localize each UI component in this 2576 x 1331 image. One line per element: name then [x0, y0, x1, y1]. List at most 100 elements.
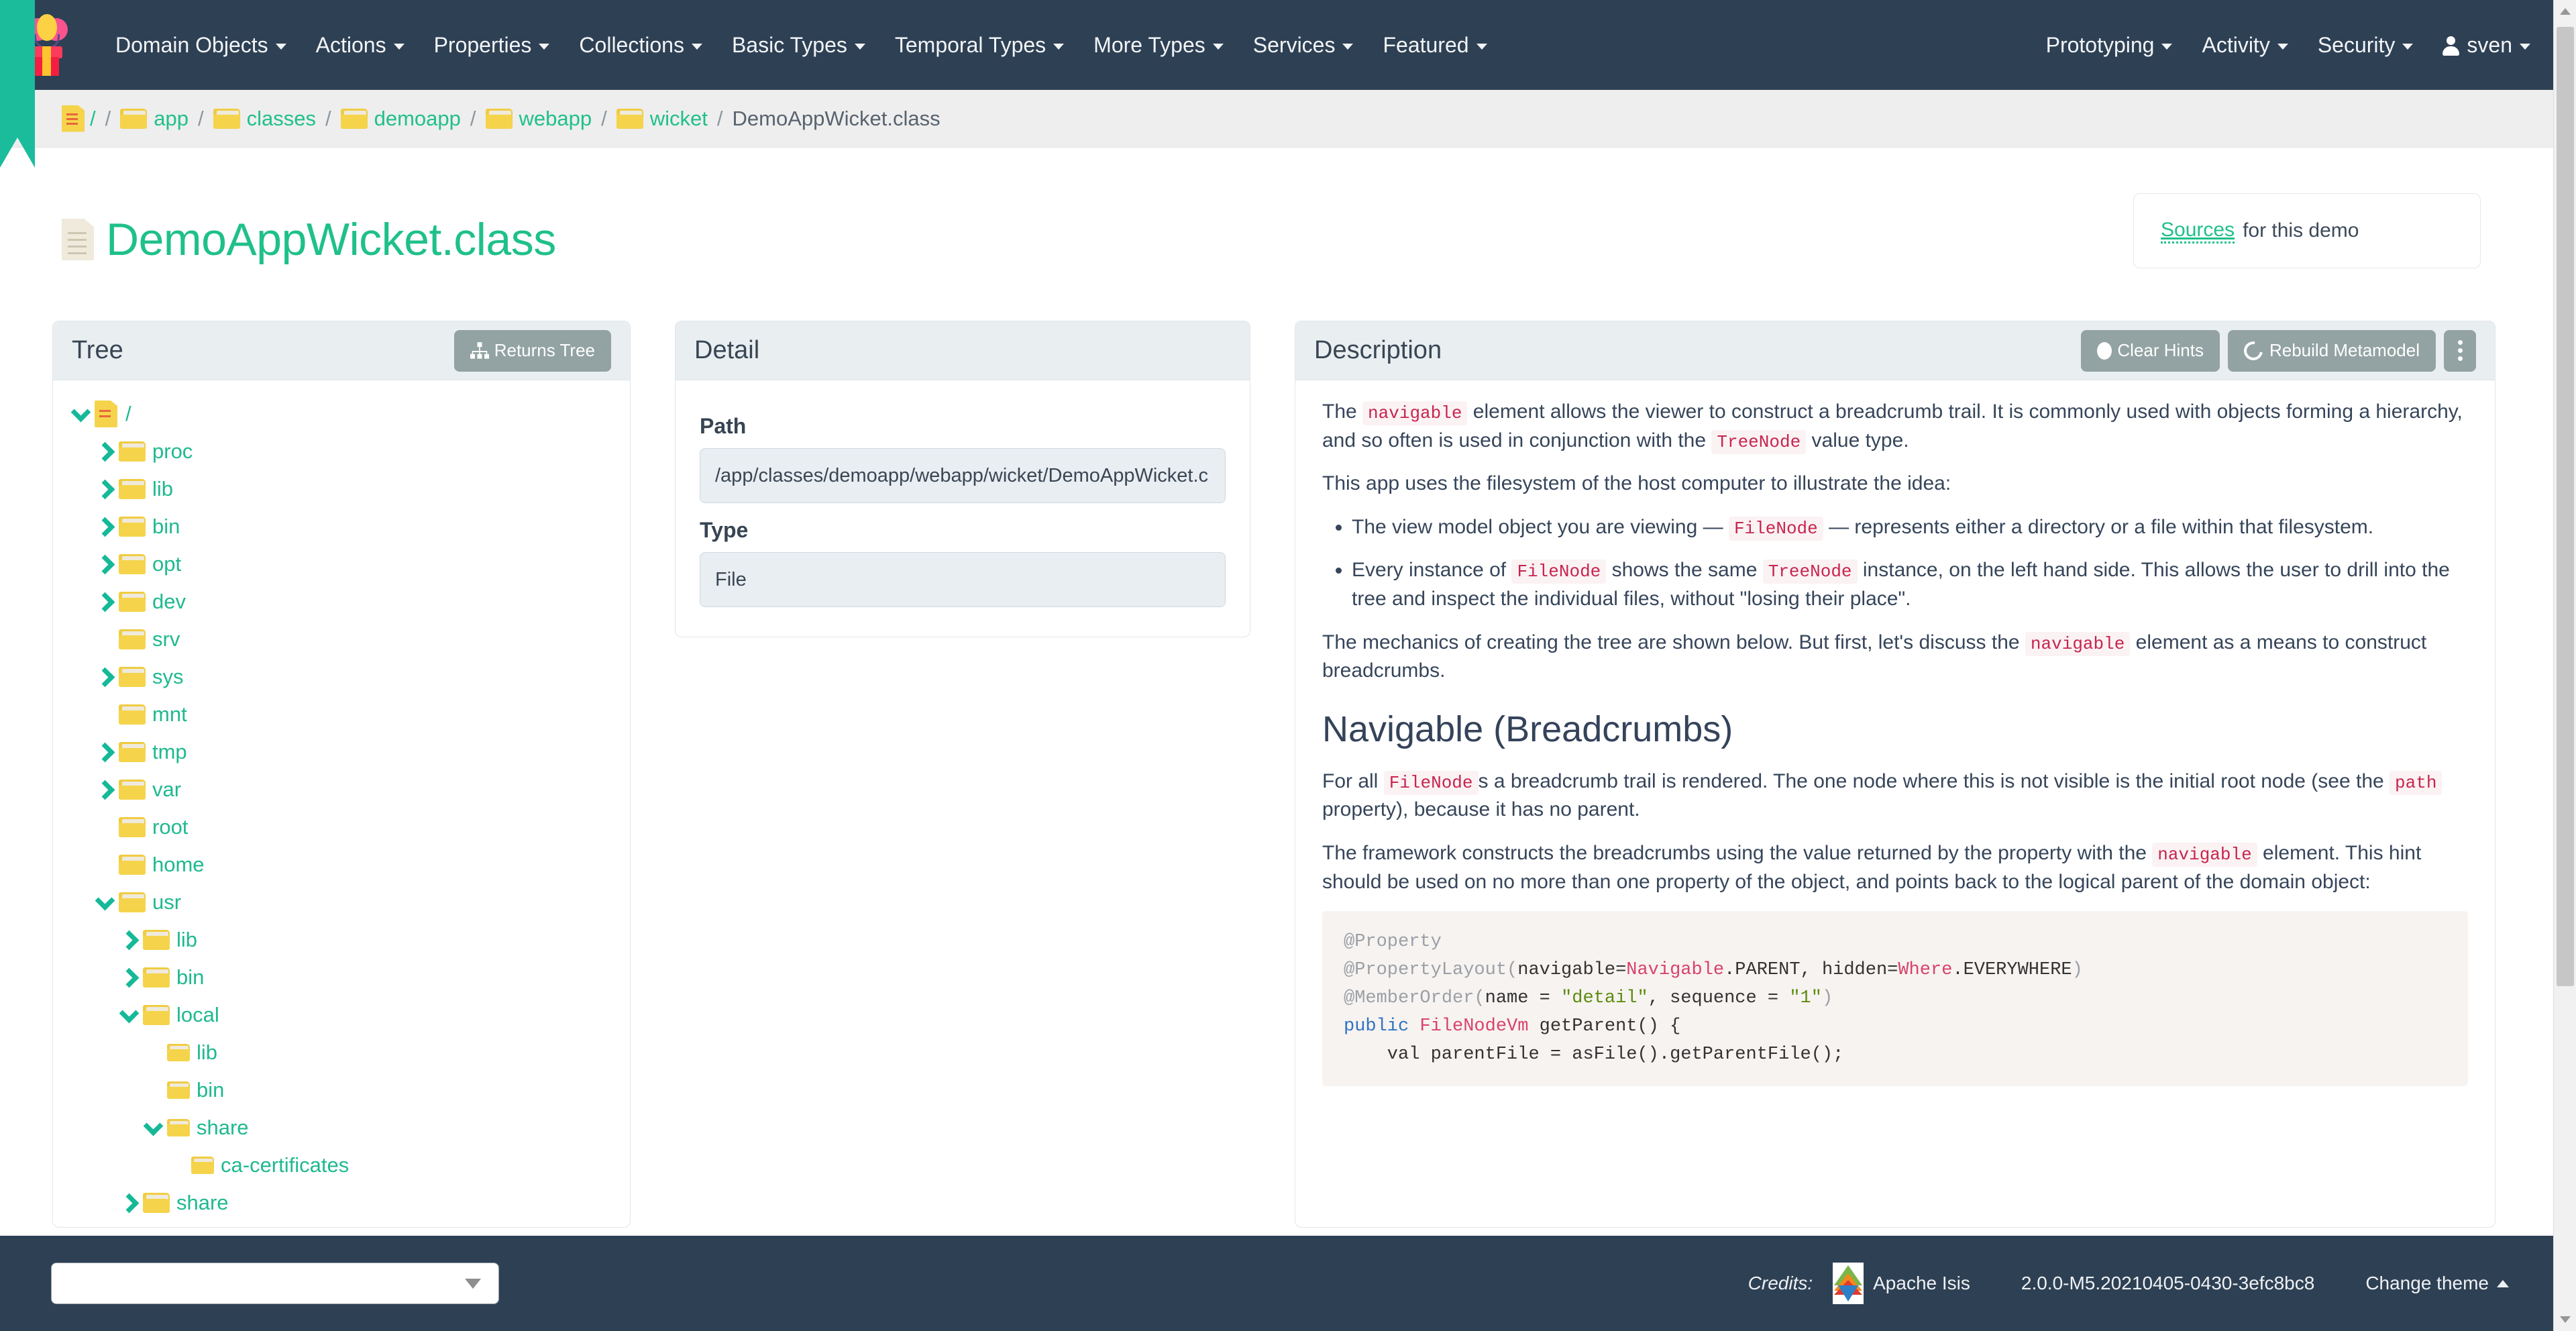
chevron-right-icon[interactable]: [91, 445, 119, 459]
tree-body[interactable]: / proc lib bin opt dev srv sys mnt tmp var root home…: [53, 380, 630, 1226]
tree-node-label[interactable]: srv: [152, 627, 180, 651]
nav-item-activity[interactable]: Activity: [2187, 0, 2302, 90]
tree-node-label[interactable]: sys: [152, 665, 184, 689]
tree-node-label[interactable]: home: [152, 853, 205, 877]
chevron-right-icon[interactable]: [91, 670, 119, 684]
tree-node[interactable]: sys: [53, 658, 630, 696]
breadcrumb-item-webapp[interactable]: webapp: [485, 107, 592, 131]
chevron-down-icon[interactable]: [115, 1010, 143, 1020]
breadcrumb-label[interactable]: webapp: [519, 107, 592, 131]
tree-node[interactable]: ca-certificates: [53, 1147, 630, 1184]
tree-node-label[interactable]: usr: [152, 890, 181, 914]
tree-node-label[interactable]: dev: [152, 590, 186, 614]
chevron-right-icon[interactable]: [91, 783, 119, 797]
breadcrumb-item-app[interactable]: app: [120, 107, 189, 131]
nav-item-basic-types[interactable]: Basic Types: [717, 0, 880, 90]
tree-node[interactable]: /: [53, 395, 630, 433]
product-name[interactable]: Apache Isis: [1873, 1273, 1970, 1294]
breadcrumb-label[interactable]: /: [90, 107, 96, 131]
page-scrollbar[interactable]: [2553, 0, 2576, 1331]
tree-node[interactable]: share: [53, 1184, 630, 1222]
tree-node[interactable]: var: [53, 771, 630, 808]
chevron-right-icon[interactable]: [91, 482, 119, 496]
nav-item-more-types[interactable]: More Types: [1079, 0, 1238, 90]
tree-node[interactable]: dev: [53, 583, 630, 621]
tree-node[interactable]: local: [53, 996, 630, 1034]
chevron-right-icon[interactable]: [115, 933, 143, 947]
tree-node[interactable]: mnt: [53, 696, 630, 733]
tree-node-label[interactable]: bin: [197, 1078, 224, 1102]
breadcrumb-item-classes[interactable]: classes: [213, 107, 316, 131]
tree-node-label[interactable]: bin: [152, 515, 180, 539]
chevron-down-icon[interactable]: [139, 1123, 167, 1133]
tree-node-label[interactable]: ca-certificates: [221, 1153, 349, 1177]
breadcrumb-item-wicket[interactable]: wicket: [616, 107, 708, 131]
tree-node[interactable]: srv: [53, 621, 630, 658]
nav-item-services[interactable]: Services: [1238, 0, 1368, 90]
tree-node[interactable]: home: [53, 846, 630, 884]
chevron-down-icon[interactable]: [66, 409, 95, 419]
returns-tree-button[interactable]: Returns Tree: [453, 329, 611, 372]
tree-node-label[interactable]: local: [176, 1003, 219, 1027]
tree-node-label[interactable]: root: [152, 815, 188, 839]
breadcrumb-label[interactable]: demoapp: [374, 107, 461, 131]
more-actions-button[interactable]: [2444, 329, 2476, 372]
tree-node[interactable]: share: [53, 1109, 630, 1147]
tree-node-label[interactable]: lib: [197, 1041, 217, 1065]
tree-node-label[interactable]: share: [176, 1191, 229, 1215]
clear-hints-button[interactable]: Clear Hints: [2081, 329, 2220, 372]
breadcrumb-item-demoapp[interactable]: demoapp: [340, 107, 461, 131]
nav-item-collections[interactable]: Collections: [564, 0, 717, 90]
path-field-value[interactable]: /app/classes/demoapp/webapp/wicket/DemoA…: [700, 448, 1226, 503]
type-field-value[interactable]: File: [700, 552, 1226, 607]
nav-item-actions[interactable]: Actions: [301, 0, 419, 90]
chevron-right-icon[interactable]: [91, 557, 119, 572]
tree-node-label[interactable]: share: [197, 1116, 249, 1140]
nav-item-featured[interactable]: Featured: [1368, 0, 1501, 90]
chevron-down-icon[interactable]: [91, 898, 119, 908]
nav-item-domain-objects[interactable]: Domain Objects: [101, 0, 301, 90]
breadcrumb-label[interactable]: wicket: [650, 107, 708, 131]
tree-node[interactable]: usr: [53, 884, 630, 921]
nav-item-user-menu[interactable]: sven: [2428, 0, 2545, 90]
tree-node[interactable]: lib: [53, 1034, 630, 1071]
tree-node[interactable]: lib: [53, 470, 630, 508]
tree-node[interactable]: proc: [53, 433, 630, 470]
tree-node-label[interactable]: proc: [152, 439, 193, 464]
chevron-right-icon[interactable]: [115, 1196, 143, 1210]
sources-link[interactable]: Sources: [2161, 219, 2235, 244]
tree-node[interactable]: lib: [53, 921, 630, 959]
tree-node[interactable]: root: [53, 808, 630, 846]
tree-node-label[interactable]: bin: [176, 965, 204, 990]
tree-node[interactable]: bin: [53, 508, 630, 545]
breadcrumb-item-root[interactable]: /: [90, 107, 96, 131]
code-treenode: TreeNode: [1711, 429, 1807, 454]
scroll-down-button[interactable]: [2554, 1308, 2576, 1331]
tree-node[interactable]: bin: [53, 1071, 630, 1109]
tree-node[interactable]: opt: [53, 545, 630, 583]
scrollbar-thumb[interactable]: [2557, 27, 2574, 986]
tree-node-label[interactable]: lib: [176, 928, 197, 952]
tree-node-label[interactable]: /: [125, 402, 131, 426]
tree-node-label[interactable]: tmp: [152, 740, 187, 764]
tree-node[interactable]: bin: [53, 959, 630, 996]
chevron-right-icon[interactable]: [91, 595, 119, 609]
change-theme-button[interactable]: Change theme: [2365, 1273, 2509, 1294]
breadcrumb-label[interactable]: classes: [247, 107, 316, 131]
chevron-right-icon[interactable]: [91, 520, 119, 534]
tree-node-label[interactable]: mnt: [152, 702, 187, 727]
chevron-right-icon[interactable]: [91, 745, 119, 759]
tree-node-label[interactable]: opt: [152, 552, 181, 576]
chevron-right-icon[interactable]: [115, 971, 143, 985]
nav-item-properties[interactable]: Properties: [419, 0, 565, 90]
tree-node-label[interactable]: lib: [152, 477, 173, 501]
tree-node[interactable]: tmp: [53, 733, 630, 771]
rebuild-metamodel-button[interactable]: Rebuild Metamodel: [2227, 329, 2436, 372]
theme-select[interactable]: [51, 1263, 499, 1304]
nav-item-prototyping[interactable]: Prototyping: [2031, 0, 2188, 90]
nav-item-temporal-types[interactable]: Temporal Types: [880, 0, 1079, 90]
nav-item-security[interactable]: Security: [2303, 0, 2428, 90]
tree-node-label[interactable]: var: [152, 778, 181, 802]
breadcrumb-label[interactable]: app: [154, 107, 189, 131]
scroll-up-button[interactable]: [2554, 0, 2576, 23]
